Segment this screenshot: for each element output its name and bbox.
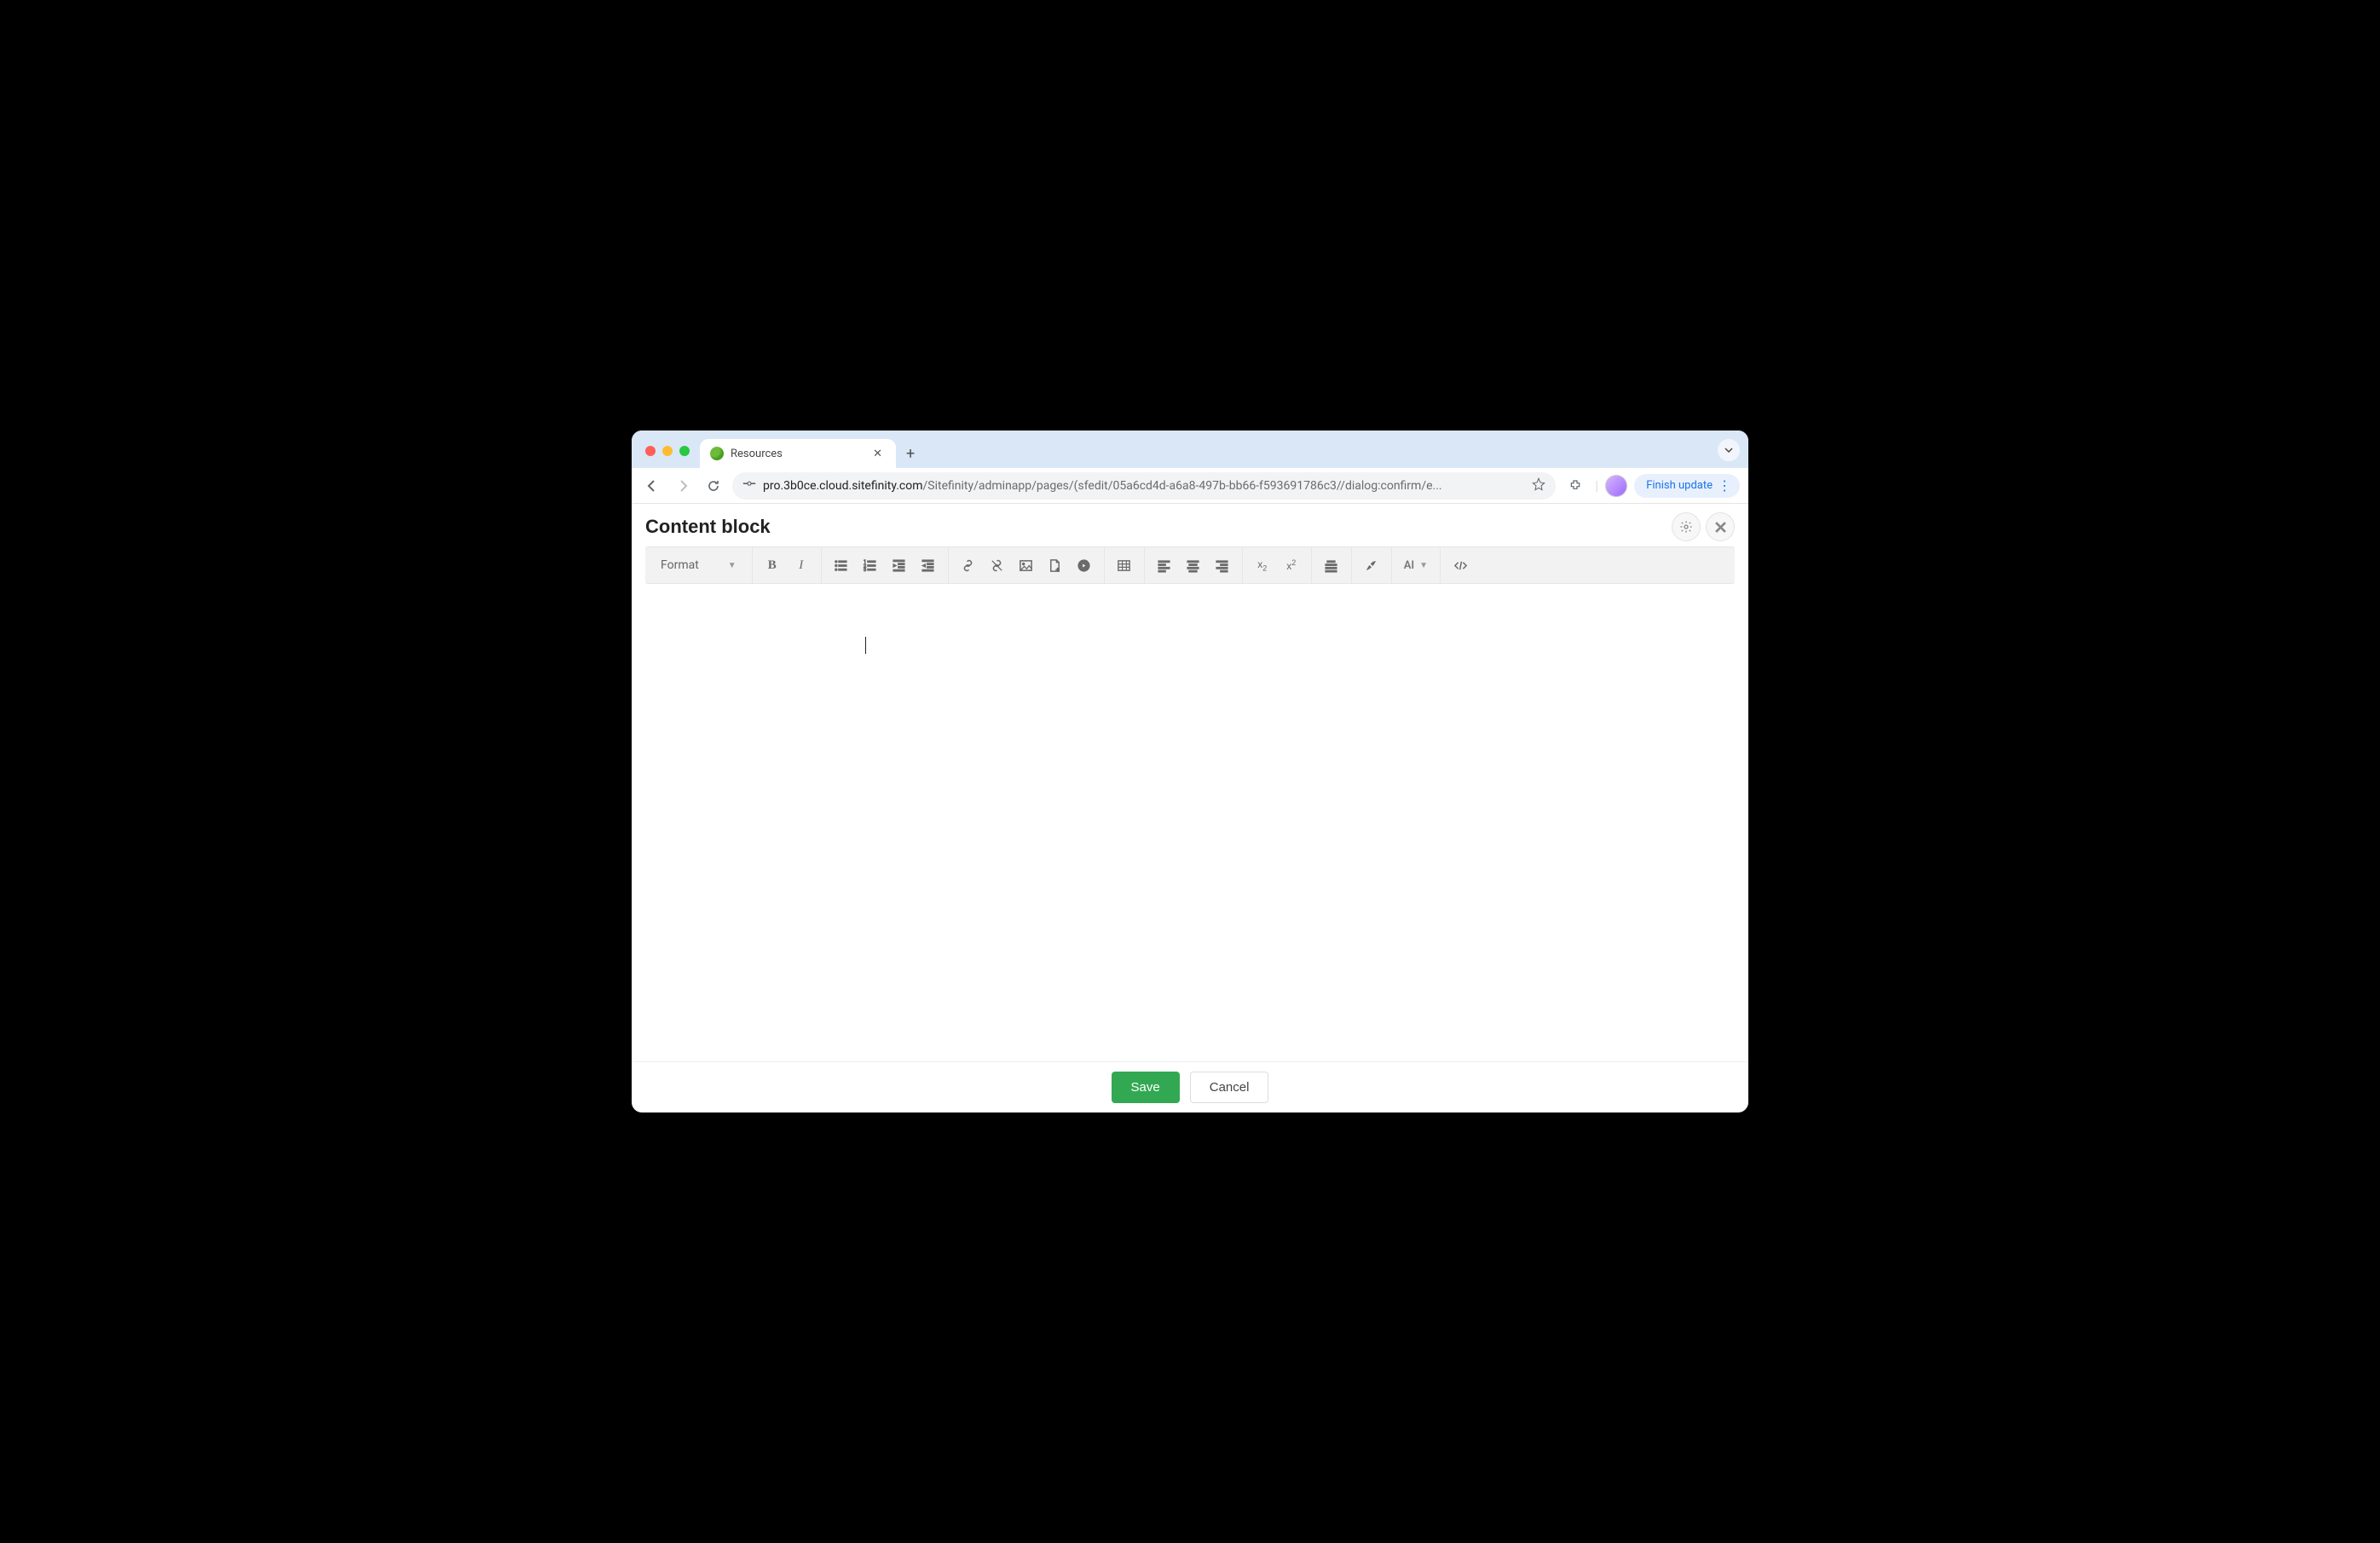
finish-update-label: Finish update — [1646, 479, 1713, 492]
image-button[interactable] — [1012, 551, 1041, 580]
bold-button[interactable]: B — [758, 551, 787, 580]
page-title: Content block — [645, 516, 771, 538]
forward-button[interactable] — [671, 474, 695, 498]
chevron-down-icon: ▼ — [728, 561, 737, 570]
indent-button[interactable] — [885, 551, 914, 580]
window-controls — [645, 446, 690, 456]
subscript-button[interactable]: x2 — [1248, 551, 1277, 580]
table-button[interactable] — [1110, 551, 1139, 580]
outdent-button[interactable] — [914, 551, 943, 580]
align-right-button[interactable] — [1208, 551, 1237, 580]
editor-content-area[interactable] — [645, 584, 1735, 1061]
unordered-list-button[interactable] — [827, 551, 856, 580]
format-label: Format — [661, 558, 699, 572]
italic-button[interactable]: I — [787, 551, 816, 580]
browser-tab[interactable]: Resources ✕ — [700, 439, 896, 468]
save-button[interactable]: Save — [1112, 1072, 1180, 1103]
profile-avatar[interactable] — [1605, 475, 1627, 497]
cancel-button[interactable]: Cancel — [1190, 1072, 1269, 1103]
close-tab-button[interactable]: ✕ — [869, 448, 886, 460]
editor-toolbar: Format ▼ B I 123 — [645, 546, 1735, 584]
align-left-button[interactable] — [1150, 551, 1179, 580]
file-button[interactable]: + — [1041, 551, 1070, 580]
text-cursor — [865, 637, 866, 654]
sitefinity-icon — [710, 447, 724, 460]
format-dropdown[interactable]: Format ▼ — [650, 558, 747, 572]
back-button[interactable] — [640, 474, 664, 498]
content-header: Content block — [632, 504, 1748, 546]
window-close-button[interactable] — [645, 446, 656, 456]
extensions-icon[interactable] — [1563, 473, 1588, 499]
window-maximize-button[interactable] — [679, 446, 690, 456]
superscript-button[interactable]: x2 — [1277, 551, 1306, 580]
ai-label: AI — [1404, 559, 1414, 572]
ai-dropdown[interactable]: AI ▼ — [1397, 559, 1435, 572]
window-minimize-button[interactable] — [662, 446, 673, 456]
video-button[interactable] — [1070, 551, 1099, 580]
link-button[interactable] — [954, 551, 983, 580]
html-view-button[interactable] — [1446, 551, 1475, 580]
close-button[interactable] — [1706, 512, 1735, 541]
reload-button[interactable] — [702, 474, 725, 498]
settings-button[interactable] — [1672, 512, 1701, 541]
url-input[interactable]: pro.3b0ce.cloud.sitefinity.com/Sitefinit… — [732, 472, 1556, 500]
tab-bar: Resources ✕ + — [632, 431, 1748, 468]
svg-text:+: + — [1056, 566, 1060, 573]
svg-text:3: 3 — [864, 568, 866, 573]
chevron-down-icon: ▼ — [1419, 561, 1428, 570]
more-icon: ⋮ — [1718, 479, 1731, 493]
tabs-dropdown-button[interactable] — [1718, 439, 1740, 461]
unlink-button[interactable] — [983, 551, 1012, 580]
site-info-icon[interactable] — [742, 479, 756, 493]
address-bar: pro.3b0ce.cloud.sitefinity.com/Sitefinit… — [632, 468, 1748, 504]
finish-update-button[interactable]: Finish update ⋮ — [1634, 474, 1740, 498]
new-tab-button[interactable]: + — [896, 445, 925, 468]
clear-format-button[interactable] — [1357, 551, 1386, 580]
ordered-list-button[interactable]: 123 — [856, 551, 885, 580]
tab-title: Resources — [731, 448, 783, 460]
align-justify-button[interactable] — [1317, 551, 1346, 580]
star-icon[interactable] — [1532, 477, 1545, 494]
browser-window: Resources ✕ + pro.3b0ce.cloud.sitefinity… — [632, 431, 1748, 1112]
align-center-button[interactable] — [1179, 551, 1208, 580]
url-text: pro.3b0ce.cloud.sitefinity.com/Sitefinit… — [763, 479, 1525, 493]
footer: Save Cancel — [632, 1061, 1748, 1112]
